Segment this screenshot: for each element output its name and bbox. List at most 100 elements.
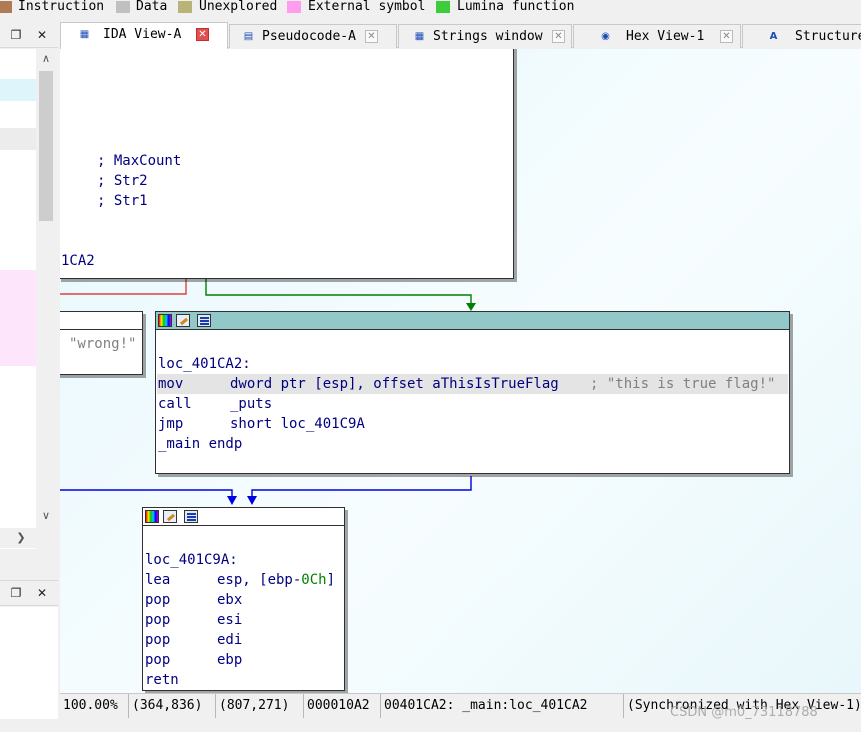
status-file-offset: 000010A2 xyxy=(304,694,381,718)
rename-icon[interactable] xyxy=(176,314,190,327)
graph-view-canvas[interactable]: '' ; MaxCount ; Str2 ; Str1 1CA2 "wrong!… xyxy=(60,49,861,693)
status-graph-pos: (364,836) xyxy=(129,694,216,718)
instr-mnemonic: pop xyxy=(145,592,171,608)
instr-operands: esp, [ebp-0Ch] xyxy=(217,570,335,590)
strings-icon: ▦ xyxy=(414,31,425,42)
instr-operands: dword ptr [esp], offset aThisIsTrueFlag xyxy=(230,376,559,392)
scroll-up-icon[interactable]: ∧ xyxy=(39,52,53,65)
legend-label: Data xyxy=(136,0,168,14)
scroll-right-icon[interactable]: ❯ xyxy=(14,531,28,544)
edge-true-arrow xyxy=(466,303,476,311)
node-title-bar xyxy=(143,508,344,526)
close-icon[interactable]: ✕ xyxy=(35,28,49,42)
instr-mnemonic: retn xyxy=(145,672,179,688)
instr-operands: edi xyxy=(217,632,243,648)
graph-node-top[interactable]: '' ; MaxCount ; Str2 ; Str1 1CA2 xyxy=(60,49,514,279)
graph-node-loc-401c9a[interactable]: loc_401C9A: lea esp, [ebp-0Ch] pop ebx p… xyxy=(142,507,345,691)
functions-panel: ❐ ✕ ∧ ∨ ❯ ❐ ✕ xyxy=(0,22,58,732)
graph-node-wrong[interactable]: "wrong!" xyxy=(60,311,143,375)
close-icon[interactable]: ✕ xyxy=(35,586,49,600)
tab-ida-view-a[interactable]: ▦ IDA View-A ✕ xyxy=(60,22,228,49)
close-icon[interactable]: ✕ xyxy=(720,30,733,43)
scroll-down-icon[interactable]: ∨ xyxy=(39,509,53,522)
comment-str1: ; Str1 xyxy=(97,193,148,209)
instr-mnemonic: lea xyxy=(145,572,171,588)
color-icon[interactable] xyxy=(158,314,172,327)
operand-text: esp, [ebp- xyxy=(217,572,302,588)
tab-label: Structure xyxy=(795,29,861,44)
restore-icon[interactable]: ❐ xyxy=(9,586,23,600)
tab-label: Strings window xyxy=(433,29,543,44)
instr-operands: ebp xyxy=(217,652,243,668)
legend-label: Unexplored xyxy=(199,0,278,14)
loc-label: loc_401CA2: xyxy=(158,356,251,372)
color-legend: Instruction Data Unexplored External sym… xyxy=(0,0,861,16)
instr-comment: ; "this is true flag!" xyxy=(590,376,776,392)
tab-hex-view-1[interactable]: ◉ Hex View-1 ✕ xyxy=(573,24,741,48)
endp-line: _main endp xyxy=(158,436,243,452)
code-fragment: '' xyxy=(63,49,76,55)
color-icon[interactable] xyxy=(145,510,159,523)
legend-swatch-lumina xyxy=(436,1,450,13)
operand-text: ] xyxy=(326,572,336,588)
list-item[interactable] xyxy=(0,79,36,101)
graph-view-icon: ▦ xyxy=(79,29,90,40)
close-icon[interactable]: ✕ xyxy=(365,30,378,43)
legend-label: External symbol xyxy=(308,0,426,14)
restore-icon[interactable]: ❐ xyxy=(9,28,23,42)
instr-mnemonic: jmp xyxy=(158,416,184,432)
instr-operands: esi xyxy=(217,612,243,628)
tab-bar: ▦ IDA View-A ✕ ▤ Pseudocode-A ✕ ▦ String… xyxy=(60,22,861,49)
hex-view-icon: ◉ xyxy=(601,31,610,42)
legend-swatch-unexplored xyxy=(178,1,192,13)
group-nodes-icon[interactable] xyxy=(197,314,211,327)
edge-jump xyxy=(60,489,233,500)
edge-jump-arrow xyxy=(247,496,257,505)
list-item[interactable] xyxy=(0,128,36,150)
legend-swatch-data xyxy=(116,1,130,13)
scrollbar-thumb[interactable] xyxy=(39,71,53,221)
tab-pseudocode-a[interactable]: ▤ Pseudocode-A ✕ xyxy=(229,24,397,48)
instr-operands: ebx xyxy=(217,592,243,608)
legend-swatch-instruction xyxy=(0,1,12,13)
tab-label: Pseudocode-A xyxy=(262,29,356,44)
instr-mnemonic: pop xyxy=(145,632,171,648)
close-icon[interactable]: ✕ xyxy=(196,28,209,41)
vertical-scrollbar[interactable]: ∧ ∨ xyxy=(36,49,56,549)
edge-jump xyxy=(251,476,472,500)
status-mouse-pos: (807,271) xyxy=(216,694,304,718)
node-title-bar xyxy=(156,312,789,330)
address-label: 1CA2 xyxy=(61,253,95,269)
comment-str2: ; Str2 xyxy=(97,173,148,189)
graph-node-loc-401ca2[interactable]: loc_401CA2: mov dword ptr [esp], offset … xyxy=(155,311,790,474)
group-nodes-icon[interactable] xyxy=(184,510,198,523)
edge-false xyxy=(60,279,187,295)
list-item[interactable] xyxy=(0,270,36,366)
legend-label: Lumina function xyxy=(457,0,575,14)
status-zoom: 100.00% xyxy=(60,694,129,718)
structures-icon: A xyxy=(769,31,778,42)
instr-mnemonic: mov xyxy=(158,376,184,392)
instr-operands: short loc_401C9A xyxy=(230,416,365,432)
legend-swatch-external xyxy=(287,1,301,13)
second-panel-body xyxy=(0,607,58,725)
tab-structures[interactable]: A Structure xyxy=(742,24,861,48)
loc-label: loc_401C9A: xyxy=(145,552,238,568)
horizontal-scrollbar[interactable]: ❯ xyxy=(0,528,36,548)
instr-operands: _puts xyxy=(230,396,273,412)
legend-label: Instruction xyxy=(18,0,105,14)
tab-label: Hex View-1 xyxy=(626,29,705,44)
comment-maxcount: ; MaxCount xyxy=(97,153,182,169)
bottom-strip xyxy=(0,719,861,732)
wrong-string: "wrong!" xyxy=(69,336,137,352)
tab-strings-window[interactable]: ▦ Strings window ✕ xyxy=(398,24,572,48)
rename-icon[interactable] xyxy=(163,510,177,523)
edge-jump-arrow xyxy=(227,496,237,505)
status-location: 00401CA2: _main:loc_401CA2 xyxy=(381,694,624,718)
functions-list[interactable] xyxy=(0,49,36,549)
functions-panel-header: ❐ ✕ xyxy=(0,22,58,48)
node-title-bar xyxy=(60,312,142,330)
pseudocode-icon: ▤ xyxy=(243,31,254,42)
tab-label: IDA View-A xyxy=(103,27,182,42)
close-icon[interactable]: ✕ xyxy=(552,30,565,43)
